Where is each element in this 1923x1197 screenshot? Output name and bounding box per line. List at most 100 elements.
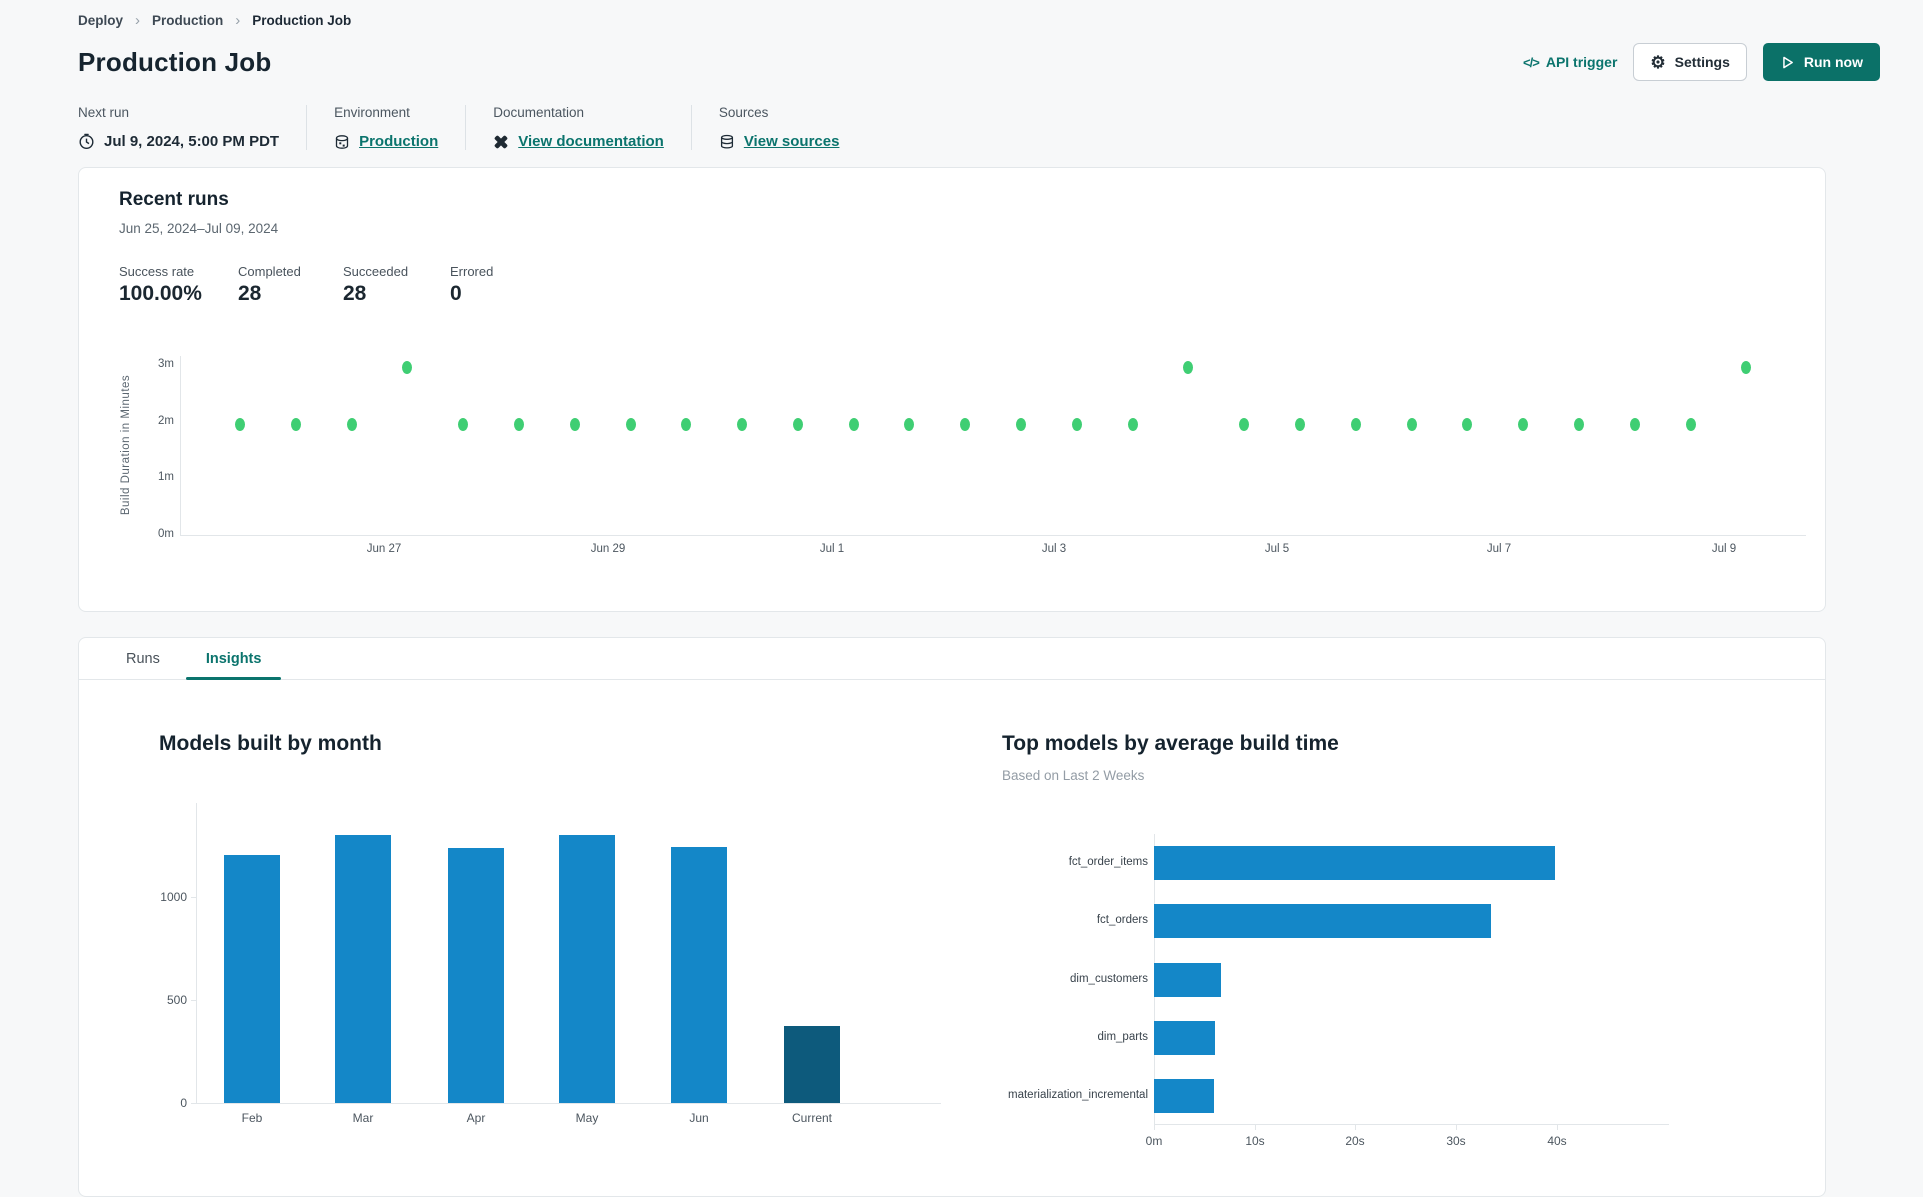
breadcrumb-item-production[interactable]: Production bbox=[152, 13, 223, 28]
clock-icon bbox=[78, 133, 95, 150]
header-actions: </> API trigger ⚙ Settings Run now bbox=[1523, 43, 1880, 81]
environment-icon bbox=[334, 134, 350, 150]
run-scatter-dot[interactable] bbox=[1239, 417, 1250, 431]
environment-label: Environment bbox=[334, 105, 410, 120]
breadcrumb: Deploy › Production › Production Job bbox=[78, 12, 1880, 29]
view-documentation-link[interactable]: View documentation bbox=[518, 133, 664, 150]
run-scatter-dot[interactable] bbox=[960, 417, 971, 431]
scatter-x-axis-line bbox=[180, 535, 1806, 536]
documentation-label: Documentation bbox=[493, 105, 585, 120]
settings-label: Settings bbox=[1674, 54, 1730, 70]
build-time-bar[interactable] bbox=[1154, 1021, 1215, 1055]
breadcrumb-item-deploy[interactable]: Deploy bbox=[78, 13, 123, 28]
run-scatter-dot[interactable] bbox=[1685, 417, 1696, 431]
model-name-label: fct_orders bbox=[1096, 914, 1148, 926]
run-scatter-dot[interactable] bbox=[792, 417, 803, 431]
hbar-x-tick-label: 10s bbox=[1245, 1134, 1265, 1148]
scatter-x-tick-label: Jun 27 bbox=[366, 543, 402, 555]
api-trigger-link[interactable]: </> API trigger bbox=[1523, 54, 1617, 70]
run-scatter-dot[interactable] bbox=[625, 417, 636, 431]
chevron-right-icon: › bbox=[235, 12, 241, 29]
run-scatter-dot[interactable] bbox=[1462, 417, 1473, 431]
scatter-x-tick-label: Jul 3 bbox=[1041, 543, 1067, 555]
recent-runs-card: Recent runs Jun 25, 2024–Jul 09, 2024 Su… bbox=[78, 167, 1826, 612]
scatter-y-axis-title: Build Duration in Minutes bbox=[120, 374, 132, 516]
build-time-bar[interactable] bbox=[1154, 846, 1555, 880]
scatter-x-tick-label: Jul 7 bbox=[1486, 543, 1512, 555]
scatter-x-tick-label: Jul 9 bbox=[1711, 543, 1737, 555]
run-scatter-dot[interactable] bbox=[1629, 417, 1640, 431]
dbt-logo-icon bbox=[493, 134, 509, 150]
run-now-button[interactable]: Run now bbox=[1762, 43, 1880, 81]
gear-icon: ⚙ bbox=[1650, 52, 1666, 72]
run-scatter-dot[interactable] bbox=[346, 417, 357, 431]
model-name-label: dim_customers bbox=[1070, 973, 1148, 985]
run-scatter-dot[interactable] bbox=[569, 417, 580, 431]
hbar-x-tick-label: 20s bbox=[1345, 1134, 1365, 1148]
code-icon: </> bbox=[1523, 54, 1540, 70]
database-icon bbox=[719, 134, 735, 150]
run-scatter-dot[interactable] bbox=[235, 417, 245, 431]
hbar-x-axis-line bbox=[1154, 1124, 1669, 1125]
info-environment: Environment Production bbox=[306, 105, 465, 150]
next-run-value: Jul 9, 2024, 5:00 PM PDT bbox=[104, 133, 280, 150]
run-scatter-dot[interactable] bbox=[290, 417, 301, 431]
chevron-right-icon: › bbox=[135, 12, 141, 29]
run-scatter-dot[interactable] bbox=[1741, 361, 1752, 375]
run-scatter-dot[interactable] bbox=[1071, 417, 1082, 431]
page-title: Production Job bbox=[78, 46, 272, 77]
run-now-label: Run now bbox=[1803, 54, 1863, 70]
info-sources: Sources View sources bbox=[690, 105, 867, 150]
hbar-x-tick-mark bbox=[1456, 1124, 1457, 1130]
production-job-page: Deploy › Production › Production Job Pro… bbox=[0, 0, 1923, 1197]
hbar-x-tick-mark bbox=[1154, 1124, 1155, 1130]
run-scatter-dot[interactable] bbox=[1295, 417, 1305, 431]
scatter-y-axis-line bbox=[180, 356, 181, 535]
scatter-y-tick-label: 1m bbox=[158, 471, 174, 484]
scatter-x-tick-label: Jul 5 bbox=[1264, 543, 1290, 555]
hbar-x-tick-mark bbox=[1255, 1124, 1256, 1130]
build-time-bar[interactable] bbox=[1154, 904, 1491, 938]
run-scatter-dot[interactable] bbox=[1518, 417, 1529, 431]
play-icon bbox=[1780, 55, 1795, 70]
environment-link[interactable]: Production bbox=[359, 133, 438, 150]
api-trigger-label: API trigger bbox=[1545, 54, 1618, 70]
run-scatter-dot[interactable] bbox=[848, 417, 859, 431]
run-scatter-dot[interactable] bbox=[681, 417, 692, 431]
hbar-x-tick-label: 0m bbox=[1145, 1134, 1163, 1148]
model-name-label: materialization_incremental bbox=[1008, 1089, 1148, 1101]
run-scatter-dot[interactable] bbox=[1127, 417, 1138, 431]
settings-button[interactable]: ⚙ Settings bbox=[1633, 43, 1747, 81]
sources-label: Sources bbox=[718, 105, 769, 120]
run-scatter-dot[interactable] bbox=[458, 417, 469, 431]
view-sources-link[interactable]: View sources bbox=[744, 133, 840, 150]
scatter-y-tick-label: 0m bbox=[158, 528, 174, 540]
run-scatter-dot[interactable] bbox=[737, 417, 748, 431]
scatter-y-tick-label: 3m bbox=[158, 357, 174, 370]
hbar-x-tick-label: 40s bbox=[1547, 1134, 1567, 1148]
run-scatter-dot[interactable] bbox=[1016, 417, 1027, 431]
run-scatter-dot[interactable] bbox=[1350, 417, 1361, 431]
hbar-x-tick-mark bbox=[1355, 1124, 1356, 1130]
info-documentation: Documentation View documentation bbox=[465, 105, 691, 150]
build-time-bar[interactable] bbox=[1154, 1079, 1214, 1113]
info-next-run: Next run Jul 9, 2024, 5:00 PM PDT bbox=[78, 105, 306, 150]
insights-card: Runs Insights Models built by month Top … bbox=[78, 637, 1826, 1197]
top-models-chart: 0m 10s 20s 30s 40s fct_order_items fct_ordersd… bbox=[79, 638, 1825, 1196]
job-info-row: Next run Jul 9, 2024, 5:00 PM PDT Enviro… bbox=[78, 105, 1880, 150]
run-scatter-dot[interactable] bbox=[1183, 361, 1194, 375]
breadcrumb-item-production-job: Production Job bbox=[252, 13, 352, 28]
build-time-bar[interactable] bbox=[1154, 963, 1221, 997]
model-name-label: fct_order_items bbox=[1068, 856, 1148, 868]
scatter-x-tick-label: Jun 29 bbox=[590, 543, 626, 555]
run-scatter-dot[interactable] bbox=[402, 361, 413, 375]
scatter-y-tick-label: 2m bbox=[158, 414, 174, 427]
hbar-x-tick-label: 30s bbox=[1446, 1134, 1466, 1148]
page-header: Deploy › Production › Production Job Pro… bbox=[0, 0, 1923, 150]
run-scatter-dot[interactable] bbox=[513, 417, 524, 431]
run-scatter-dot[interactable] bbox=[904, 417, 915, 431]
run-scatter-dot[interactable] bbox=[1406, 417, 1417, 431]
hbar-x-tick-mark bbox=[1557, 1124, 1558, 1130]
run-scatter-dot[interactable] bbox=[1573, 417, 1584, 431]
build-duration-scatter-chart: Build Duration in Minutes 0m 1m 2m 3m Jun 27… bbox=[79, 168, 1825, 611]
